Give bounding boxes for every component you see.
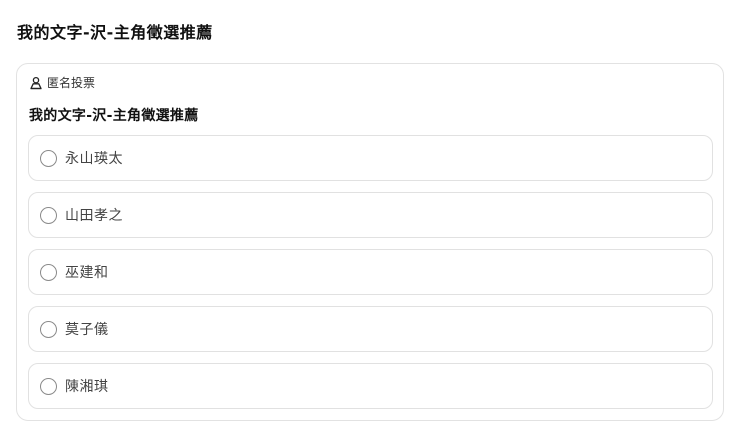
poll-card: 匿名投票 我的文字-沢-主角徵選推薦 永山瑛太 山田孝之 巫建和 莫子儀 陳湘琪 <box>16 63 724 421</box>
poll-option-label: 巫建和 <box>65 265 109 281</box>
radio-button[interactable] <box>40 320 57 338</box>
poll-option[interactable]: 山田孝之 <box>28 192 713 238</box>
poll-option-label: 陳湘琪 <box>65 379 109 395</box>
poll-option[interactable]: 巫建和 <box>28 249 713 295</box>
poll-option-list: 永山瑛太 山田孝之 巫建和 莫子儀 陳湘琪 <box>28 135 713 420</box>
radio-button[interactable] <box>40 206 57 224</box>
radio-button[interactable] <box>40 377 57 395</box>
poll-option-label: 山田孝之 <box>65 208 123 224</box>
poll-option[interactable]: 陳湘琪 <box>28 363 713 409</box>
poll-option[interactable]: 莫子儀 <box>28 306 713 352</box>
poll-mode: 匿名投票 <box>29 74 95 91</box>
poll-option-label: 永山瑛太 <box>65 151 123 167</box>
anonymous-user-icon <box>29 76 43 90</box>
radio-button[interactable] <box>40 149 57 167</box>
page-title: 我的文字-沢-主角徵選推薦 <box>17 23 213 42</box>
poll-option[interactable]: 永山瑛太 <box>28 135 713 181</box>
radio-button[interactable] <box>40 263 57 281</box>
poll-question: 我的文字-沢-主角徵選推薦 <box>29 108 199 124</box>
poll-option-label: 莫子儀 <box>65 322 109 338</box>
poll-mode-label: 匿名投票 <box>47 76 96 90</box>
